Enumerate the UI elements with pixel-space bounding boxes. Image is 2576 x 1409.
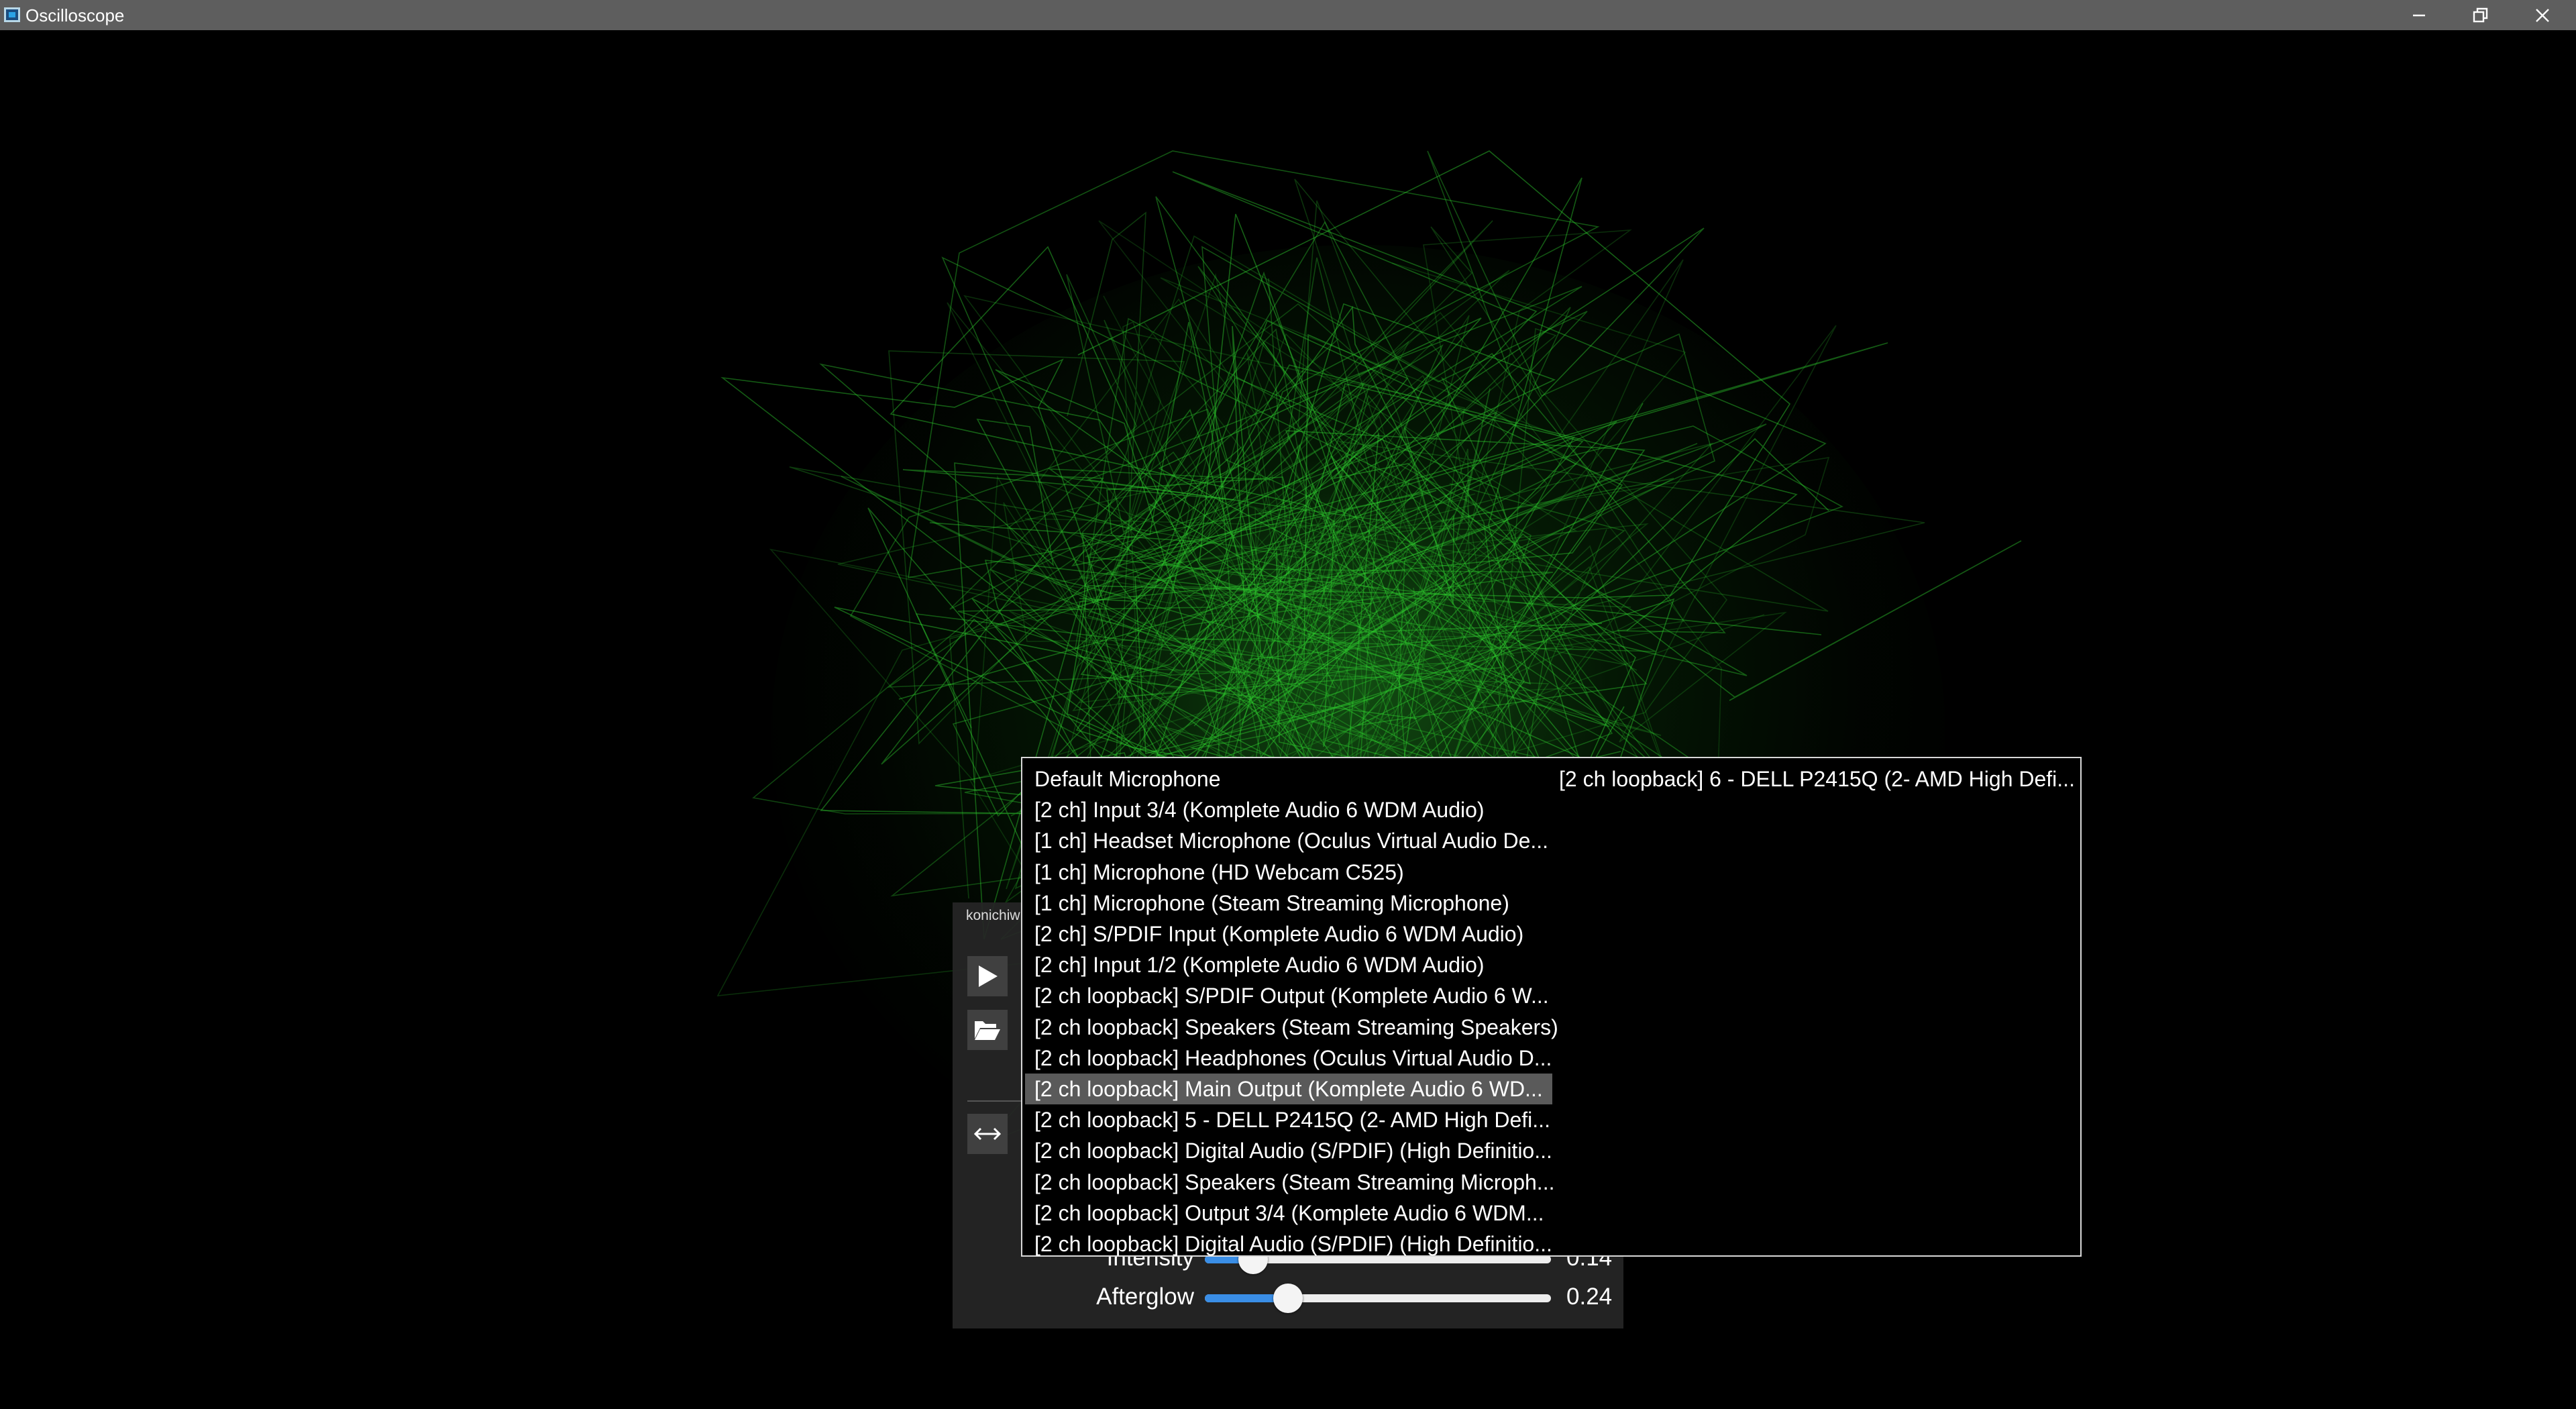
device-option[interactable]: [2 ch loopback] Output 3/4 (Komplete Aud… bbox=[1025, 1198, 1552, 1229]
stretch-button[interactable] bbox=[967, 1114, 1008, 1154]
device-option[interactable]: [2 ch loopback] 5 - DELL P2415Q (2- AMD … bbox=[1025, 1104, 1552, 1135]
device-option[interactable]: [2 ch loopback] Speakers (Steam Streamin… bbox=[1025, 1167, 1554, 1198]
device-option[interactable]: Default Microphone bbox=[1025, 764, 1552, 794]
panel-divider bbox=[967, 1100, 1021, 1102]
input-device-dropdown: Default Microphone [2 ch] Input 3/4 (Komp… bbox=[1021, 757, 2082, 1257]
close-icon bbox=[2536, 8, 2549, 22]
device-option[interactable]: [2 ch loopback] Digital Audio (S/PDIF) (… bbox=[1025, 1229, 1552, 1259]
afterglow-thumb[interactable] bbox=[1273, 1284, 1303, 1313]
horizontal-arrows-icon bbox=[973, 1127, 1002, 1141]
restore-icon bbox=[2473, 7, 2488, 22]
window-title: Oscilloscope bbox=[25, 5, 125, 25]
device-option[interactable]: [2 ch loopback] Digital Audio (S/PDIF) (… bbox=[1025, 1135, 1552, 1166]
device-option[interactable]: [1 ch] Microphone (Steam Streaming Micro… bbox=[1025, 888, 1552, 919]
afterglow-label: Afterglow bbox=[1096, 1284, 1194, 1310]
afterglow-row: Afterglow 0.24 bbox=[953, 1278, 1623, 1318]
title-bar: Oscilloscope bbox=[0, 0, 2576, 30]
device-option[interactable]: [2 ch loopback] Headphones (Oculus Virtu… bbox=[1025, 1043, 1552, 1074]
minimize-button[interactable] bbox=[2388, 0, 2450, 30]
afterglow-slider[interactable] bbox=[1205, 1284, 1551, 1313]
device-option[interactable]: [2 ch] Input 1/2 (Komplete Audio 6 WDM A… bbox=[1025, 949, 1552, 980]
device-option[interactable]: [2 ch loopback] S/PDIF Output (Komplete … bbox=[1025, 980, 1552, 1011]
play-icon bbox=[979, 966, 998, 987]
device-option[interactable]: [2 ch loopback] Main Output (Komplete Au… bbox=[1025, 1074, 1552, 1104]
device-option[interactable]: [1 ch] Microphone (HD Webcam C525) bbox=[1025, 857, 1552, 888]
afterglow-value: 0.24 bbox=[1566, 1284, 1613, 1310]
oscilloscope-app-icon bbox=[4, 7, 20, 22]
device-option[interactable]: [2 ch] Input 3/4 (Komplete Audio 6 WDM A… bbox=[1025, 794, 1552, 825]
restore-button[interactable] bbox=[2450, 0, 2512, 30]
open-file-button[interactable] bbox=[967, 1010, 1008, 1050]
close-button[interactable] bbox=[2512, 0, 2573, 30]
device-option[interactable]: [1 ch] Headset Microphone (Oculus Virtua… bbox=[1025, 825, 1552, 856]
device-option[interactable]: [2 ch] S/PDIF Input (Komplete Audio 6 WD… bbox=[1025, 919, 1552, 949]
folder-open-icon bbox=[975, 1021, 1000, 1040]
play-button[interactable] bbox=[967, 956, 1008, 996]
device-option[interactable]: [2 ch loopback] 6 - DELL P2415Q (2- AMD … bbox=[1550, 764, 2080, 794]
device-option[interactable]: [2 ch loopback] Speakers (Steam Streamin… bbox=[1025, 1012, 1558, 1043]
minimize-icon bbox=[2413, 14, 2425, 16]
